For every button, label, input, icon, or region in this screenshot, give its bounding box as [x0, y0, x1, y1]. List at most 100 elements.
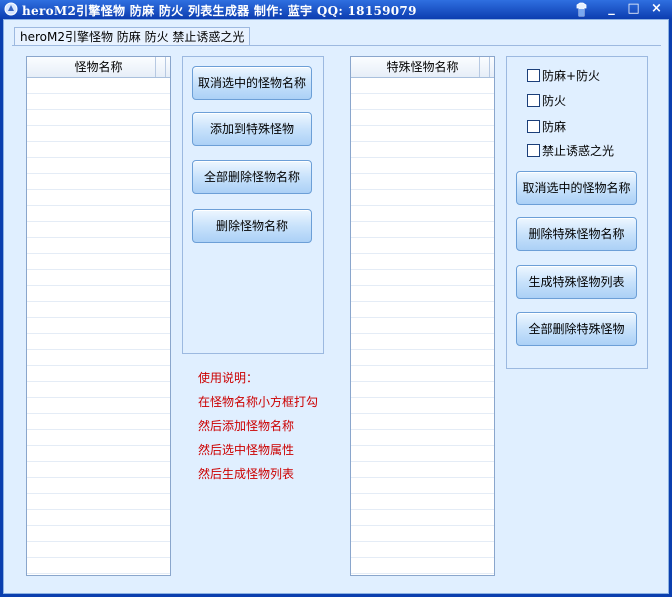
add-to-special-button[interactable]: 添加到特殊怪物: [192, 112, 312, 146]
instruction-line: 然后生成怪物列表: [198, 467, 295, 481]
delete-monster-button[interactable]: 删除怪物名称: [192, 209, 312, 243]
list-row[interactable]: [351, 398, 494, 414]
list-row[interactable]: [27, 94, 170, 110]
list-row[interactable]: [351, 158, 494, 174]
list-row[interactable]: [27, 206, 170, 222]
minimize-button[interactable]: _: [603, 1, 620, 17]
delete-all-special-button[interactable]: 全部删除特殊怪物: [516, 312, 637, 346]
list-row[interactable]: [351, 334, 494, 350]
list-row[interactable]: [27, 494, 170, 510]
list-row[interactable]: [351, 222, 494, 238]
app-icon: [4, 2, 18, 16]
deselect-monster-button[interactable]: 取消选中的怪物名称: [192, 66, 312, 100]
list-row[interactable]: [351, 94, 494, 110]
option-label: 防火: [542, 94, 567, 108]
list-row[interactable]: [351, 350, 494, 366]
special-monster-list[interactable]: 特殊怪物名称: [350, 56, 495, 576]
list-row[interactable]: [27, 302, 170, 318]
list-row[interactable]: [351, 462, 494, 478]
special-list-header-label: 特殊怪物名称: [386, 60, 459, 74]
middle-button-group: [182, 56, 324, 354]
list-row[interactable]: [27, 174, 170, 190]
skin-icon[interactable]: [574, 2, 589, 17]
list-row[interactable]: [27, 366, 170, 382]
list-row[interactable]: [351, 478, 494, 494]
list-row[interactable]: [351, 414, 494, 430]
option-fangma[interactable]: 防麻: [527, 119, 566, 135]
option-fangma-fanghuo[interactable]: 防麻+防火: [527, 68, 600, 84]
list-row[interactable]: [351, 318, 494, 334]
list-row[interactable]: [351, 430, 494, 446]
list-row[interactable]: [27, 382, 170, 398]
list-row[interactable]: [27, 110, 170, 126]
list-row[interactable]: [27, 318, 170, 334]
list-row[interactable]: [27, 398, 170, 414]
list-row[interactable]: [351, 126, 494, 142]
list-row[interactable]: [351, 382, 494, 398]
instruction-line: 然后选中怪物属性: [198, 443, 295, 457]
list-row[interactable]: [351, 286, 494, 302]
list-row[interactable]: [27, 190, 170, 206]
option-fanghuo[interactable]: 防火: [527, 93, 566, 109]
checkbox-icon[interactable]: [527, 144, 540, 157]
list-row[interactable]: [27, 142, 170, 158]
list-row[interactable]: [351, 270, 494, 286]
list-row[interactable]: [351, 542, 494, 558]
list-row[interactable]: [351, 558, 494, 574]
list-row[interactable]: [27, 430, 170, 446]
monster-list-header-label: 怪物名称: [74, 60, 123, 74]
special-list-rows[interactable]: [351, 78, 494, 575]
list-row[interactable]: [27, 510, 170, 526]
special-list-header[interactable]: 特殊怪物名称: [351, 57, 494, 78]
close-button[interactable]: ×: [648, 1, 665, 17]
option-no-lure[interactable]: 禁止诱惑之光: [527, 143, 614, 159]
tab-main[interactable]: heroM2引擎怪物 防麻 防火 禁止诱惑之光: [14, 27, 251, 46]
list-row[interactable]: [351, 254, 494, 270]
list-row[interactable]: [27, 414, 170, 430]
list-row[interactable]: [27, 286, 170, 302]
list-row[interactable]: [27, 526, 170, 542]
instruction-line: 在怪物名称小方框打勾: [198, 395, 319, 409]
list-row[interactable]: [27, 270, 170, 286]
list-row[interactable]: [351, 206, 494, 222]
list-row[interactable]: [27, 446, 170, 462]
window-client-area: heroM2引擎怪物 防麻 防火 禁止诱惑之光 怪物名称 取消选中的怪物名称 添…: [3, 19, 669, 594]
list-row[interactable]: [351, 446, 494, 462]
list-row[interactable]: [27, 462, 170, 478]
deselect-special-button[interactable]: 取消选中的怪物名称: [516, 171, 637, 205]
list-row[interactable]: [351, 366, 494, 382]
list-row[interactable]: [351, 526, 494, 542]
list-row[interactable]: [27, 158, 170, 174]
list-row[interactable]: [27, 542, 170, 558]
checkbox-icon[interactable]: [527, 120, 540, 133]
title-bar: heroM2引擎怪物 防麻 防火 列表生成器 制作: 蓝宇 QQ: 181590…: [0, 0, 672, 19]
generate-list-button[interactable]: 生成特殊怪物列表: [516, 265, 637, 299]
list-row[interactable]: [351, 142, 494, 158]
list-row[interactable]: [27, 254, 170, 270]
list-row[interactable]: [351, 238, 494, 254]
delete-all-monsters-button[interactable]: 全部删除怪物名称: [192, 160, 312, 194]
list-row[interactable]: [351, 190, 494, 206]
monster-name-list[interactable]: 怪物名称: [26, 56, 171, 576]
delete-special-button[interactable]: 删除特殊怪物名称: [516, 217, 637, 251]
list-row[interactable]: [27, 558, 170, 574]
list-row[interactable]: [27, 478, 170, 494]
instruction-line: 然后添加怪物名称: [198, 419, 295, 433]
list-row[interactable]: [351, 110, 494, 126]
checkbox-icon[interactable]: [527, 69, 540, 82]
list-row[interactable]: [27, 222, 170, 238]
list-row[interactable]: [27, 126, 170, 142]
list-row[interactable]: [27, 350, 170, 366]
monster-list-header[interactable]: 怪物名称: [27, 57, 170, 78]
list-row[interactable]: [351, 494, 494, 510]
maximize-button[interactable]: □: [625, 1, 642, 17]
list-row[interactable]: [27, 334, 170, 350]
list-row[interactable]: [27, 238, 170, 254]
list-row[interactable]: [351, 510, 494, 526]
list-row[interactable]: [351, 78, 494, 94]
checkbox-icon[interactable]: [527, 94, 540, 107]
monster-list-rows[interactable]: [27, 78, 170, 575]
list-row[interactable]: [351, 174, 494, 190]
list-row[interactable]: [351, 302, 494, 318]
list-row[interactable]: [27, 78, 170, 94]
